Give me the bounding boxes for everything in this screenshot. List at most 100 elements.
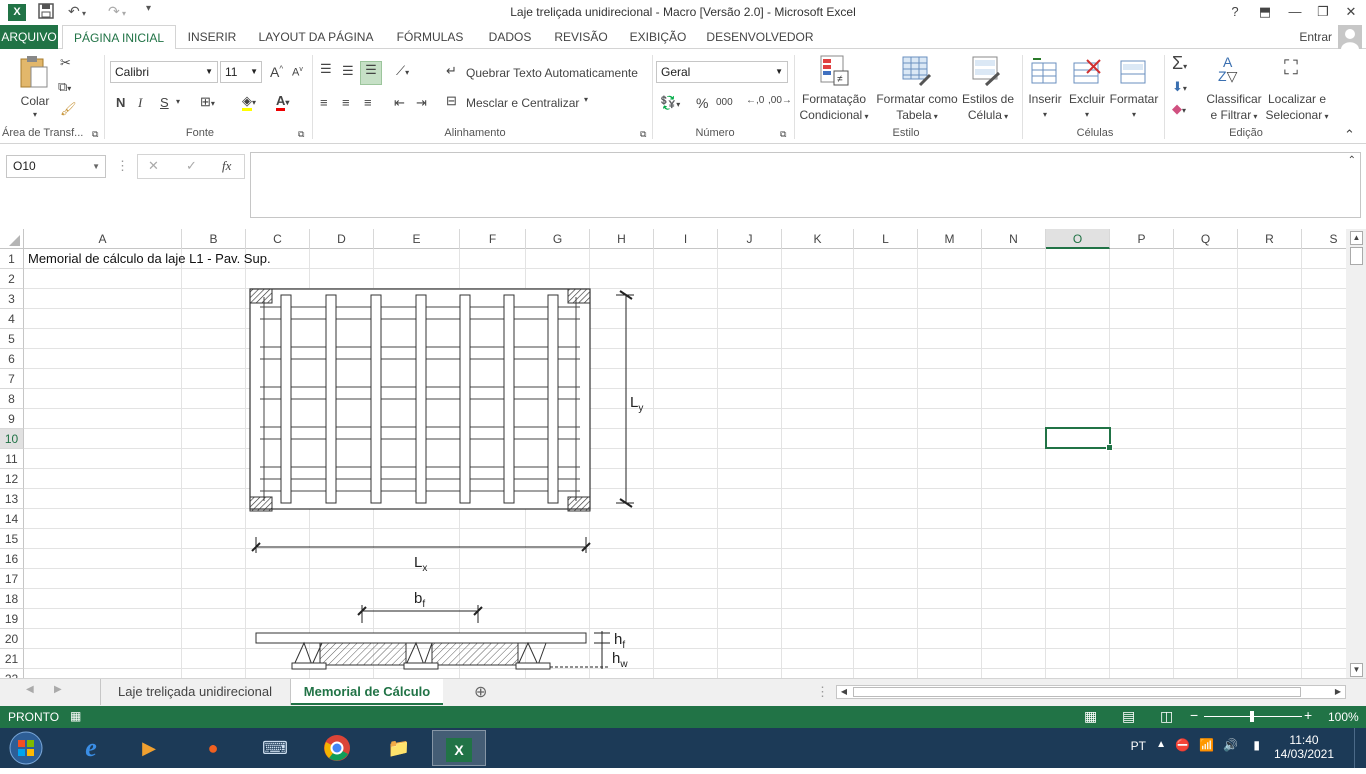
number-launcher-icon[interactable]: ⧉ [780, 129, 786, 140]
internet-explorer-icon[interactable]: e [64, 730, 118, 766]
borders-icon[interactable]: ⊞▾ [200, 94, 215, 110]
clock[interactable]: 11:40 14/03/2021 [1264, 733, 1344, 761]
add-sheet-icon[interactable]: ⊕ [474, 682, 487, 702]
column-header-j[interactable]: J [718, 229, 782, 249]
scroll-right-icon[interactable]: ▶ [1331, 686, 1345, 698]
vertical-scrollbar[interactable]: ▲ ▼ [1346, 229, 1366, 678]
paste-button[interactable]: Colar ▾ [14, 55, 56, 121]
row-header-17[interactable]: 17 [0, 569, 24, 589]
format-as-table-button[interactable]: Formatar como Tabela ▾ [874, 53, 960, 123]
tab-formulas[interactable]: FÓRMULAS [392, 25, 468, 49]
row-header-15[interactable]: 15 [0, 529, 24, 549]
row-header-14[interactable]: 14 [0, 509, 24, 529]
row-header-6[interactable]: 6 [0, 349, 24, 369]
copy-icon[interactable]: ⧉▾ [58, 79, 71, 95]
currency-icon[interactable]: 💱▾ [660, 95, 680, 111]
keyboard-app-icon[interactable]: ⌨ [248, 730, 302, 766]
alignment-launcher-icon[interactable]: ⧉ [640, 129, 646, 140]
formula-input[interactable]: ⌃ [250, 152, 1361, 218]
row-header-7[interactable]: 7 [0, 369, 24, 389]
font-name-select[interactable]: Calibri ▼ [110, 61, 218, 83]
worksheet-grid[interactable]: ABCDEFGHIJKLMNOPQRS 1 2 3 4 5 6 7 8 9 10 11 12 13 14 1… [0, 229, 1346, 678]
volume-icon[interactable]: 🔊 [1223, 738, 1238, 752]
row-header-13[interactable]: 13 [0, 489, 24, 509]
start-button[interactable] [6, 730, 46, 766]
cell-styles-button[interactable]: Estilos de Célula ▾ [960, 53, 1016, 123]
column-header-q[interactable]: Q [1174, 229, 1238, 249]
row-header-8[interactable]: 8 [0, 389, 24, 409]
sort-filter-button[interactable]: A Z▽ Classificar e Filtrar ▾ [1204, 53, 1264, 123]
underline-button[interactable]: S [160, 95, 169, 110]
increase-indent-icon[interactable]: ⇥ [416, 95, 427, 111]
collapse-ribbon-icon[interactable]: ⌃ [1344, 127, 1355, 143]
row-header-20[interactable]: 20 [0, 629, 24, 649]
number-format-select[interactable]: Geral ▼ [656, 61, 788, 83]
page-break-view-icon[interactable]: ◫ [1160, 708, 1173, 725]
show-desktop-button[interactable] [1354, 728, 1366, 768]
firefox-icon[interactable]: ● [186, 730, 240, 766]
tab-data[interactable]: DADOS [482, 25, 538, 49]
insert-function-icon[interactable]: fx [222, 158, 231, 174]
delete-cells-button[interactable]: Excluir ▾ [1066, 53, 1108, 123]
clear-icon[interactable]: ◆▾ [1172, 101, 1186, 117]
row-header-5[interactable]: 5 [0, 329, 24, 349]
align-middle-icon[interactable]: ☰ [342, 63, 354, 79]
macro-record-icon[interactable]: ▦ [70, 709, 81, 723]
row-header-19[interactable]: 19 [0, 609, 24, 629]
autosum-icon[interactable]: Σ▾ [1172, 53, 1187, 74]
column-header-a[interactable]: A [24, 229, 182, 249]
percent-button[interactable]: % [696, 95, 708, 111]
column-header-n[interactable]: N [982, 229, 1046, 249]
tab-insert[interactable]: INSERIR [182, 25, 242, 49]
zoom-out-icon[interactable]: − [1190, 707, 1198, 723]
row-header-18[interactable]: 18 [0, 589, 24, 609]
horizontal-scrollbar[interactable]: ◀ ▶ [836, 685, 1346, 699]
tab-developer[interactable]: DESENVOLVEDOR [704, 25, 816, 49]
row-header-22[interactable]: 22 [0, 669, 24, 678]
page-layout-view-icon[interactable]: ▤ [1122, 708, 1135, 725]
column-header-l[interactable]: L [854, 229, 918, 249]
scroll-thumb[interactable] [1350, 247, 1363, 265]
normal-view-icon[interactable]: ▦ [1084, 708, 1097, 725]
tab-page-layout[interactable]: LAYOUT DA PÁGINA [254, 25, 378, 49]
row-header-9[interactable]: 9 [0, 409, 24, 429]
orientation-icon[interactable]: ⟋▾ [396, 63, 409, 79]
scroll-left-icon[interactable]: ◀ [837, 686, 851, 698]
format-painter-icon[interactable]: 🖌 [60, 101, 77, 117]
find-select-button[interactable]: ⛶ Localizar e Selecionar ▾ [1264, 53, 1330, 123]
tab-home[interactable]: PÁGINA INICIAL [62, 25, 176, 50]
cut-icon[interactable]: ✂ [60, 55, 71, 71]
enter-icon[interactable]: ✓ [186, 158, 197, 174]
fill-icon[interactable]: ⬇▾ [1172, 79, 1187, 95]
security-alert-icon[interactable]: ⛔ [1175, 738, 1190, 752]
row-header-16[interactable]: 16 [0, 549, 24, 569]
row-header-10[interactable]: 10 [0, 429, 24, 449]
column-header-i[interactable]: I [654, 229, 718, 249]
font-launcher-icon[interactable]: ⧉ [298, 129, 304, 140]
column-header-k[interactable]: K [782, 229, 854, 249]
tab-view[interactable]: EXIBIÇÃO [626, 25, 690, 49]
select-all-corner[interactable] [0, 229, 24, 249]
network-icon[interactable]: 📶 [1199, 738, 1214, 752]
decrease-indent-icon[interactable]: ⇤ [394, 95, 405, 111]
column-header-c[interactable]: C [246, 229, 310, 249]
zoom-level[interactable]: 100% [1328, 710, 1359, 724]
column-header-b[interactable]: B [182, 229, 246, 249]
battery-icon[interactable]: ▮ [1253, 738, 1260, 752]
format-cells-button[interactable]: Formatar ▾ [1108, 53, 1160, 123]
scroll-up-icon[interactable]: ▲ [1350, 231, 1363, 245]
next-sheet-icon[interactable]: ▶ [54, 684, 62, 695]
tab-file[interactable]: ARQUIVO [0, 25, 58, 49]
font-size-select[interactable]: 11 ▼ [220, 61, 262, 83]
zoom-slider-thumb[interactable] [1250, 711, 1254, 722]
close-button[interactable]: ✕ [1336, 2, 1366, 22]
column-header-d[interactable]: D [310, 229, 374, 249]
clipboard-launcher-icon[interactable]: ⧉ [92, 129, 98, 140]
row-header-11[interactable]: 11 [0, 449, 24, 469]
cancel-icon[interactable]: ✕ [148, 158, 159, 174]
column-header-e[interactable]: E [374, 229, 460, 249]
language-indicator[interactable]: PT [1131, 739, 1146, 753]
cell-a1[interactable]: Memorial de cálculo da laje L1 - Pav. Su… [28, 250, 271, 268]
row-header-3[interactable]: 3 [0, 289, 24, 309]
insert-cells-button[interactable]: Inserir ▾ [1024, 53, 1066, 123]
